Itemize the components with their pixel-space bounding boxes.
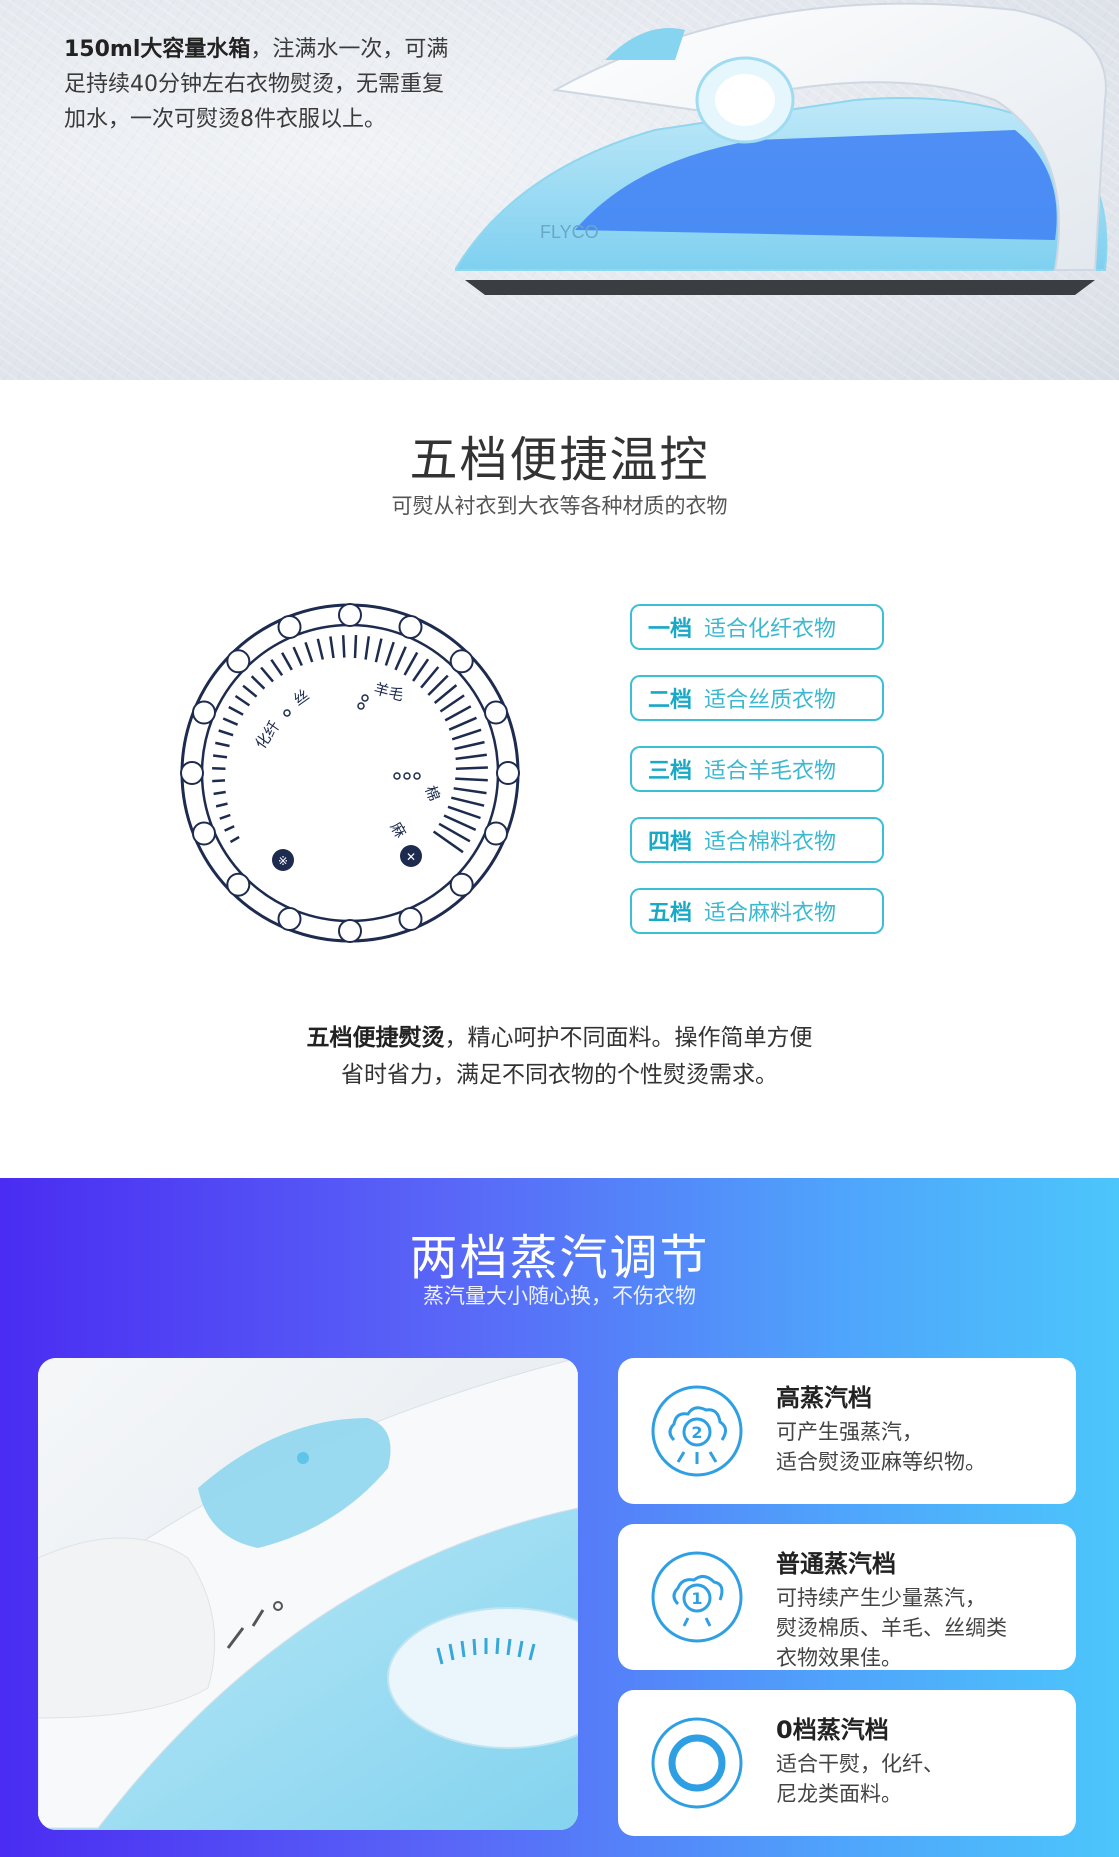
level-tag-2: 二档 适合丝质衣物 <box>630 675 884 721</box>
dial-scallop <box>180 761 204 785</box>
steam-subtitle: 蒸汽量大小随心换，不伤衣物 <box>423 1284 696 1308</box>
dial-tick <box>353 635 358 659</box>
steam-mode-line: 可产生强蒸汽， <box>776 1420 923 1444</box>
normal-steam-icon: 1 <box>651 1551 743 1643</box>
temperature-subtitle: 可熨从衬衣到大衣等各种材质的衣物 <box>391 494 728 518</box>
steam-button-closeup-photo <box>38 1358 578 1830</box>
temperature-level-list: 一档 适合化纤衣物 二档 适合丝质衣物 三档 适合羊毛衣物 四档 适合棉料衣物 五档 适合… <box>630 604 884 959</box>
level-number: 二档 <box>648 688 693 713</box>
dial-scallop <box>277 907 302 931</box>
level-tag-1: 一档 适合化纤衣物 <box>630 604 884 650</box>
level-description: 适合丝质衣物 <box>704 688 837 713</box>
level-tag-4: 四档 适合棉料衣物 <box>630 817 884 863</box>
steam-mode-card-zero: 0档蒸汽档 适合干熨，化纤、 尼龙类面料。 <box>618 1690 1076 1836</box>
steam-mode-card-high: 2 高蒸汽档 可产生强蒸汽， 适合熨烫亚麻等织物。 <box>618 1358 1076 1504</box>
steam-mode-line: 适合熨烫亚麻等织物。 <box>776 1450 986 1474</box>
steam-mode-title: 0档蒸汽档 <box>776 1716 889 1744</box>
water-tank-description: 150ml大容量水箱，注满水一次，可满足持续40分钟左右衣物熨烫，无需重复加水，… <box>64 32 454 137</box>
level-number: 三档 <box>648 759 693 784</box>
steam-off-symbol: ※ <box>278 854 288 868</box>
level-number: 一档 <box>648 617 693 642</box>
steam-max-symbol: ✕ <box>406 850 416 864</box>
level-tag-3: 三档 适合羊毛衣物 <box>630 746 884 792</box>
brand-logo: FLYCO <box>540 222 599 242</box>
steam-mode-line: 衣物效果佳。 <box>776 1646 902 1670</box>
product-detail-page: 150ml大容量水箱，注满水一次，可满足持续40分钟左右衣物熨烫，无需重复加水，… <box>0 0 1119 1857</box>
dial-scallop <box>484 700 508 725</box>
no-steam-icon <box>651 1717 743 1809</box>
steam-mode-text: 0档蒸汽档 适合干熨，化纤、 尼龙类面料。 <box>776 1710 1064 1809</box>
high-steam-icon: 2 <box>651 1385 743 1477</box>
level-description: 适合羊毛衣物 <box>704 759 837 784</box>
dial-scallop <box>192 821 216 846</box>
icon-number: 2 <box>691 1423 702 1442</box>
water-tank-highlight: 150ml大容量水箱 <box>64 37 251 62</box>
dial-scallop <box>338 603 362 627</box>
iron-closeup-illustration <box>38 1358 578 1830</box>
dial-tick <box>455 777 488 782</box>
level-number: 四档 <box>648 830 693 855</box>
steam-mode-line: 适合干熨，化纤、 <box>776 1752 944 1776</box>
temperature-desc-line1: ，精心呵护不同面料。操作简单方便 <box>444 1025 813 1051</box>
dial-scallop <box>226 649 251 674</box>
icon-number: 1 <box>691 1589 702 1608</box>
steam-mode-text: 普通蒸汽档 可持续产生少量蒸汽， 熨烫棉质、羊毛、丝绸类 衣物效果佳。 <box>776 1544 1064 1673</box>
steam-mode-line: 熨烫棉质、羊毛、丝绸类 <box>776 1616 1007 1640</box>
temperature-desc-line2: 省时省力，满足不同衣物的个性熨烫需求。 <box>341 1062 778 1088</box>
steam-section: 两档蒸汽调节 蒸汽量大小随心换，不伤衣物 2 高蒸汽档 可产生强蒸汽， 适合熨烫… <box>0 1178 1119 1857</box>
steam-mode-card-normal: 1 普通蒸汽档 可持续产生少量蒸汽， 熨烫棉质、羊毛、丝绸类 衣物效果佳。 <box>618 1524 1076 1670</box>
dial-scallop <box>226 872 251 897</box>
level-number: 五档 <box>648 901 693 926</box>
level-description: 适合棉料衣物 <box>704 830 837 855</box>
dial-tick <box>341 635 346 658</box>
dial-tick <box>212 754 228 759</box>
level-tag-5: 五档 适合麻料衣物 <box>630 888 884 934</box>
level-description: 适合麻料衣物 <box>704 901 837 926</box>
steam-mode-line: 可持续产生少量蒸汽， <box>776 1586 986 1610</box>
dial-scallop <box>398 615 423 639</box>
dial-tick <box>212 779 226 783</box>
temperature-description: 五档便捷熨烫，精心呵护不同面料。操作简单方便 省时省力，满足不同衣物的个性熨烫需… <box>0 1020 1119 1094</box>
dial-tick <box>455 766 488 771</box>
steam-title: 两档蒸汽调节 <box>409 1230 710 1286</box>
steam-mode-text: 高蒸汽档 可产生强蒸汽， 适合熨烫亚麻等织物。 <box>776 1378 1064 1477</box>
water-tank-section: 150ml大容量水箱，注满水一次，可满足持续40分钟左右衣物熨烫，无需重复加水，… <box>0 0 1119 380</box>
dial-scallop <box>496 761 520 785</box>
dial-scallop <box>398 907 423 931</box>
dial-scallop <box>277 615 302 639</box>
steam-mode-line: 尼龙类面料。 <box>776 1782 902 1806</box>
temperature-dial-illustration: 化纤 丝 羊毛 棉 麻 ※ ✕ <box>180 603 520 943</box>
steam-iron-image: FLYCO <box>455 2 1108 295</box>
dial-scallop <box>449 872 474 897</box>
temperature-title: 五档便捷温控 <box>409 432 710 488</box>
dial-scallop <box>449 649 474 674</box>
temperature-desc-highlight: 五档便捷熨烫 <box>306 1025 445 1051</box>
dial-scallop <box>192 700 216 725</box>
steam-mode-title: 普通蒸汽档 <box>776 1550 896 1578</box>
dial-scallop <box>338 919 362 943</box>
level-description: 适合化纤衣物 <box>704 617 837 642</box>
dial-scallop <box>484 821 508 846</box>
steam-mode-title: 高蒸汽档 <box>776 1384 872 1412</box>
